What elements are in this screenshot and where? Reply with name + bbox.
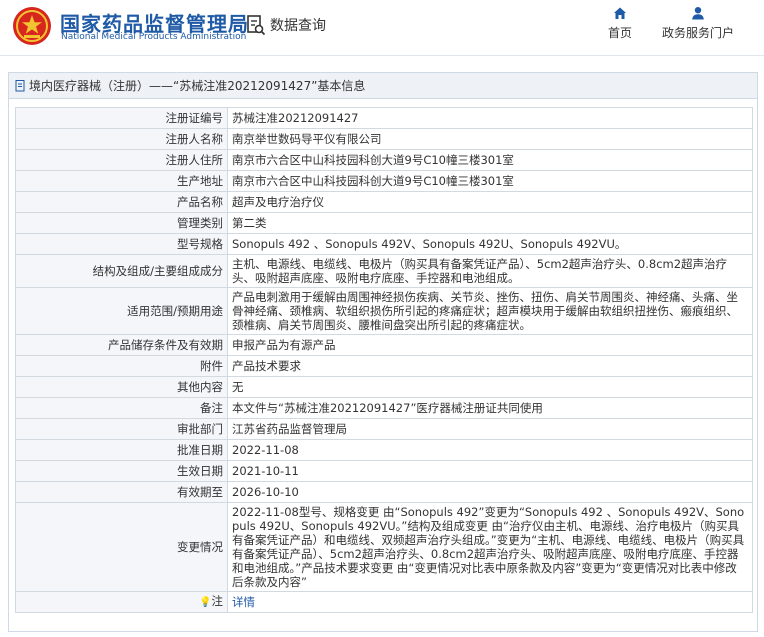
field-label: 生效日期 [15,460,228,482]
table-row: 产品储存条件及有效期 申报产品为有源产品 [15,334,753,356]
info-table: 注册证编号 苏械注准20212091427 注册人名称 南京举世数码导平仪有限公司 注册… [15,107,753,613]
field-value: 产品电刺激用于缓解由周围神经损伤疾病、关节炎、挫伤、扭伤、肩关节周围炎、神经痛、… [227,287,753,335]
data-search-icon [247,15,266,36]
field-label: 产品名称 [15,191,228,213]
table-row: 型号规格 Sonopuls 492 、Sonopuls 492V、Sonopuls… [15,233,753,255]
table-row: 变更情况 2022-11-08型号、规格变更 由“Sonopuls 492”变更为… [15,502,753,592]
user-icon [692,7,704,20]
field-value: 产品技术要求 [227,355,753,377]
national-emblem-icon [13,7,51,45]
field-value: 2022-11-08型号、规格变更 由“Sonopuls 492”变更为“Son… [227,502,753,592]
field-value: 南京举世数码导平仪有限公司 [227,128,753,150]
field-value: 2026-10-10 [227,481,753,503]
table-row: 备注 本文件与“苏械注准20212091427”医疗器械注册证共同使用 [15,397,753,419]
field-label: 产品储存条件及有效期 [15,334,228,356]
field-value: Sonopuls 492 、Sonopuls 492V、Sonopuls 492… [227,233,753,255]
field-value: 2021-10-11 [227,460,753,482]
field-label: 注册证编号 [15,107,228,129]
field-value: 南京市六合区中山科技园科创大道9号C10幢三楼301室 [227,149,753,171]
field-value: 超声及电疗治疗仪 [227,191,753,213]
table-row: 生产地址 南京市六合区中山科技园科创大道9号C10幢三楼301室 [15,170,753,192]
field-label: 附件 [15,355,228,377]
bulb-icon: 💡 [199,597,212,608]
table-row: 生效日期 2021-10-11 [15,460,753,482]
field-value: 无 [227,376,753,398]
field-label: 备注 [15,397,228,419]
detail-panel: 境内医疗器械（注册）——“苏械注准20212091427”基本信息 注册证编号苏… [8,72,758,632]
field-value: 第二类 [227,212,753,234]
home-icon [614,7,626,19]
table-row: 批准日期 2022-11-08 [15,439,753,461]
table-row: 管理类别 第二类 [15,212,753,234]
table-row: 注册人名称 南京举世数码导平仪有限公司 [15,128,753,150]
table-row: 注册人住所 南京市六合区中山科技园科创大道9号C10幢三楼301室 [15,149,753,171]
field-label: 变更情况 [15,502,228,592]
nav-home[interactable]: 首页 [608,6,632,41]
field-label: 批准日期 [15,439,228,461]
field-label: 生产地址 [15,170,228,192]
panel-title-bar: 境内医疗器械（注册）——“苏械注准20212091427”基本信息 [9,73,757,99]
table-row: 适用范围/预期用途 产品电刺激用于缓解由周围神经损伤疾病、关节炎、挫伤、扭伤、肩关… [15,287,753,335]
field-value: 苏械注准20212091427 [227,107,753,129]
table-row: 结构及组成/主要组成成分 主机、电源线、电缆线、电极片（购买具有备案凭证产品）、5… [15,254,753,288]
field-label: 适用范围/预期用途 [15,287,228,335]
field-value: 主机、电源线、电缆线、电极片（购买具有备案凭证产品）、5cm2超声治疗头、0.8… [227,254,753,288]
nav-service-portal[interactable]: 政务服务门户 [662,6,734,41]
field-label: 注册人住所 [15,149,228,171]
data-query-label: 数据查询 [270,18,326,34]
table-row: 产品名称 超声及电疗治疗仪 [15,191,753,213]
note-label-cell: 💡注 [15,591,228,613]
field-value: 2022-11-08 [227,439,753,461]
table-row: 附件 产品技术要求 [15,355,753,377]
field-label: 审批部门 [15,418,228,440]
field-value: 南京市六合区中山科技园科创大道9号C10幢三楼301室 [227,170,753,192]
field-label: 型号规格 [15,233,228,255]
table-row: 有效期至 2026-10-10 [15,481,753,503]
note-label: 注 [211,594,224,608]
field-label: 结构及组成/主要组成成分 [15,254,228,288]
field-value: 江苏省药品监督管理局 [227,418,753,440]
panel-title: 境内医疗器械（注册）——“苏械注准20212091427”基本信息 [29,78,366,93]
field-value: 申报产品为有源产品 [227,334,753,356]
nav-home-label: 首页 [608,26,633,40]
table-row: 其他内容无 [15,376,753,398]
field-label: 管理类别 [15,212,228,234]
field-label: 有效期至 [15,481,228,503]
field-label: 其他内容 [15,376,228,398]
document-icon [15,79,25,91]
note-row: 💡注 详情 [15,591,753,613]
nav-service-portal-label: 政务服务门户 [662,26,735,40]
table-row: 审批部门 江苏省药品监督管理局 [15,418,753,440]
field-label: 注册人名称 [15,128,228,150]
data-query-link[interactable]: 数据查询 [246,13,326,37]
field-value: 本文件与“苏械注准20212091427”医疗器械注册证共同使用 [227,397,753,419]
details-link[interactable]: 详情 [232,595,255,609]
site-header: 国家药品监督管理局 National Medical Products Admi… [0,0,764,56]
table-row: 注册证编号 苏械注准20212091427 [15,107,753,129]
site-name-en: National Medical Products Administration [61,32,247,42]
